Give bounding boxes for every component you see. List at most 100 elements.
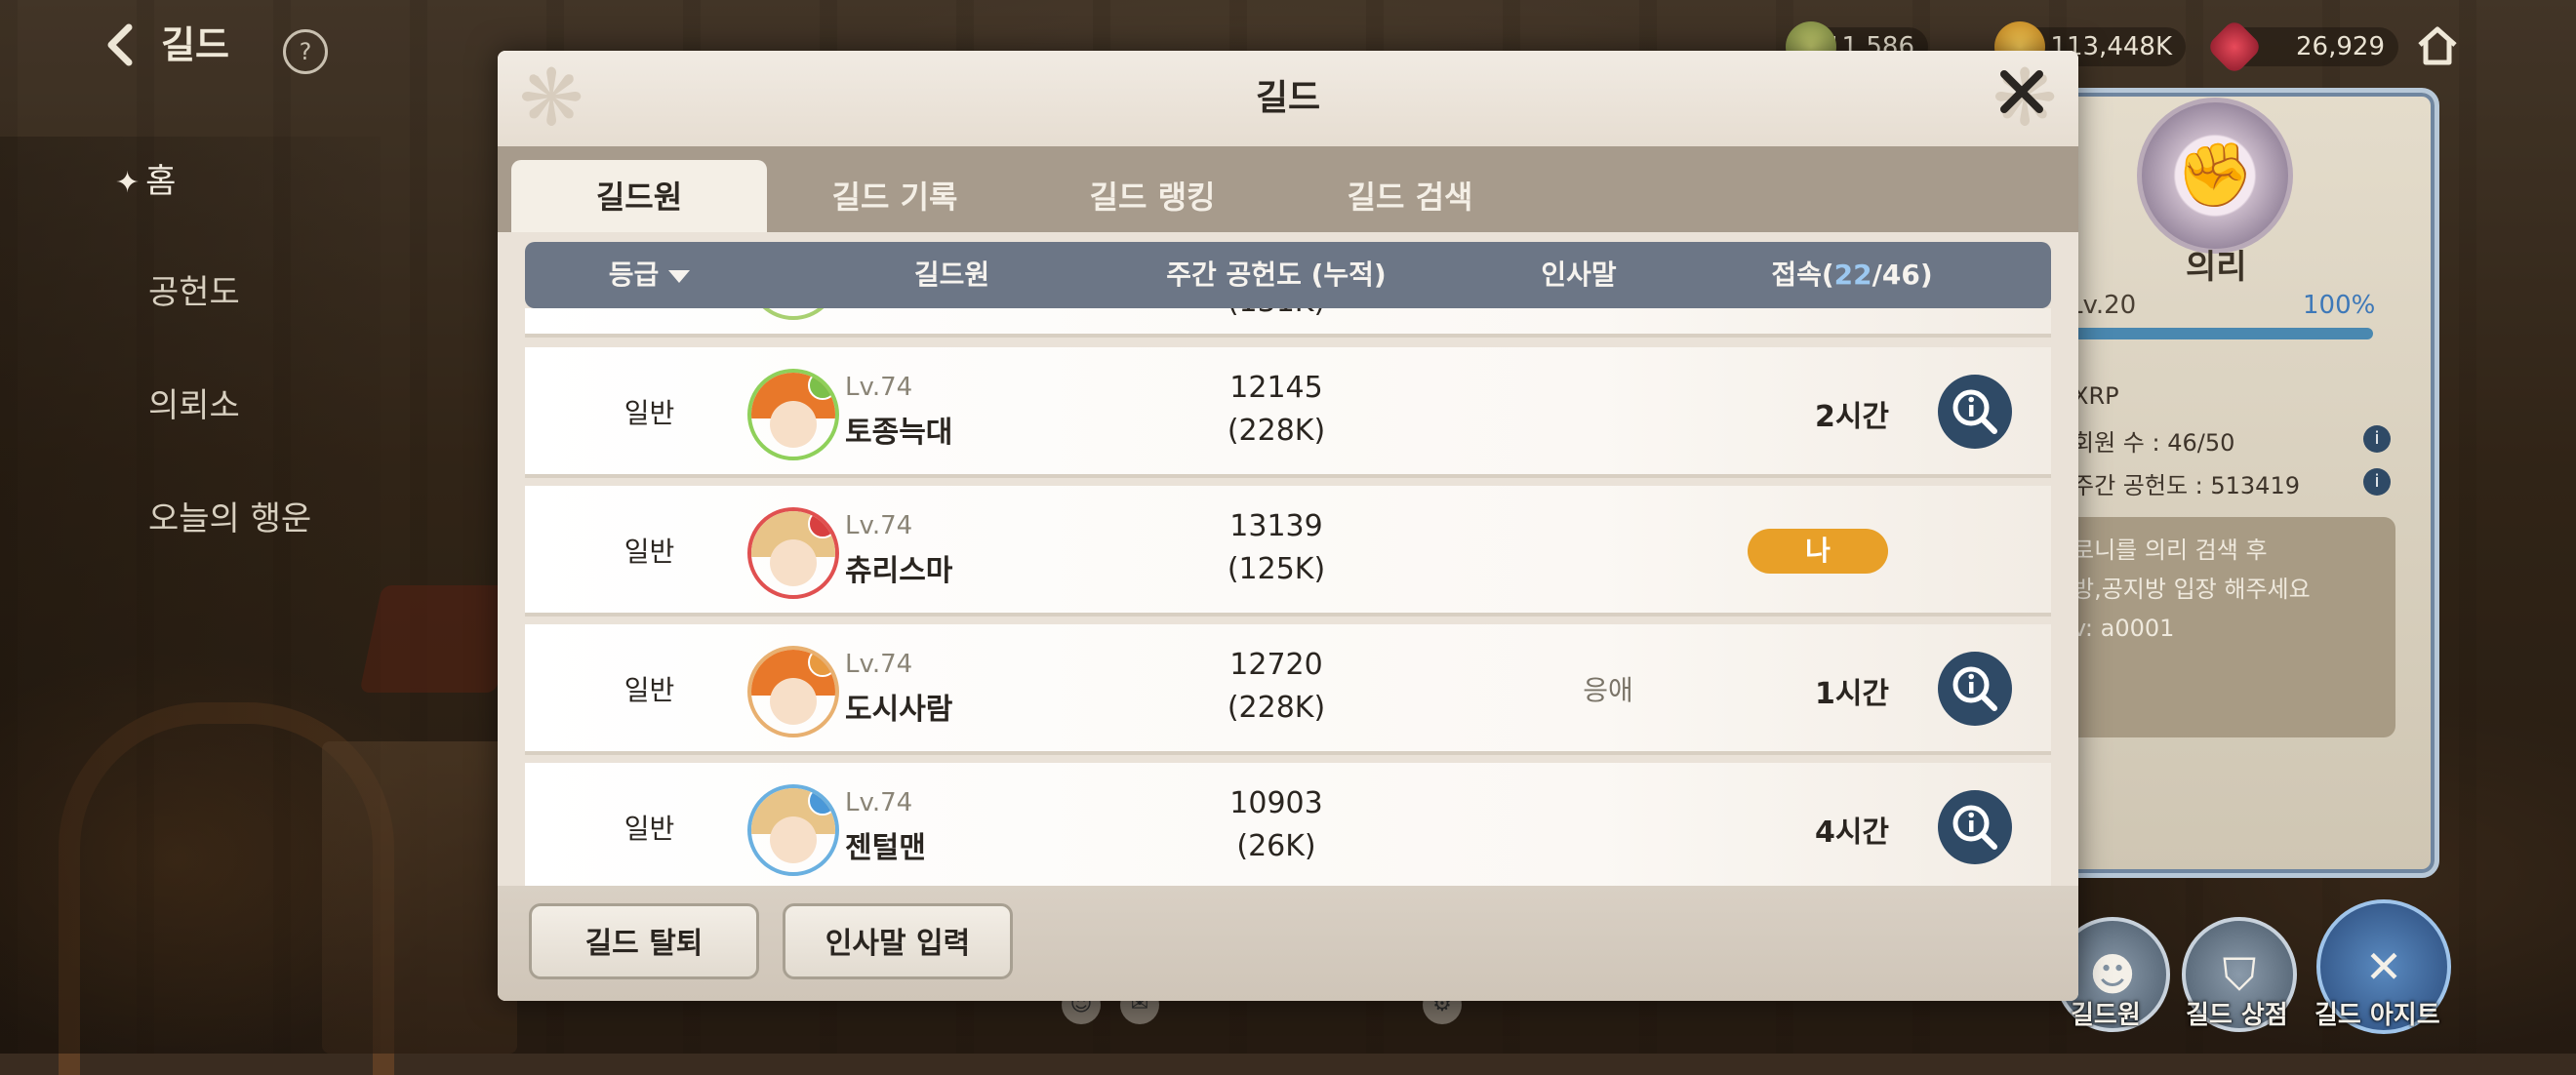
column-weekly-contribution: 주간 공헌도 (누적) (1166, 259, 1387, 291)
caret-down-icon (668, 269, 691, 283)
side-menu-item-contribution[interactable]: 공헌도 (148, 265, 240, 313)
back-button[interactable] (101, 21, 144, 68)
column-greeting: 인사말 (1541, 259, 1617, 291)
modal-title: 길드 (1255, 78, 1321, 118)
member-name: 젠털맨 (845, 831, 926, 865)
magnifier-info-icon (1952, 389, 1997, 434)
member-last-seen: 4시간 (1814, 816, 1890, 850)
member-last-seen: 1시간 (1814, 677, 1890, 711)
column-member: 길드원 (913, 259, 990, 291)
tab-members[interactable]: 길드원 (511, 160, 767, 232)
member-accumulated: (26K) (1236, 829, 1316, 863)
info-icon[interactable]: i (2363, 425, 2391, 453)
member-info-button[interactable] (1938, 790, 2012, 864)
member-weekly: 13139 (1229, 509, 1323, 543)
guild-notice-box: 로니를 의리 검색 후 방,공지방 입장 해주세요 v: a0001 (2059, 517, 2395, 737)
star-icon: ✦ (115, 166, 141, 200)
table-row[interactable]: 일반 Lv.74 젠털맨 10903 (26K) 4시간 (525, 763, 2051, 894)
guild-members-count: 회원 수 : 46/50 (2073, 429, 2235, 457)
avatar[interactable] (747, 784, 839, 876)
close-icon (2000, 70, 2043, 113)
online-total: /46) (1872, 259, 1933, 291)
shop-basket-icon: ⛉ (2222, 948, 2257, 1001)
guild-exp-percent: 100% (2303, 291, 2376, 320)
class-badge-icon (808, 650, 835, 677)
member-info-button[interactable] (1938, 375, 2012, 449)
member-weekly: 12720 (1229, 648, 1323, 682)
avatar[interactable] (747, 646, 839, 737)
me-badge: 나 (1748, 529, 1888, 574)
member-list[interactable]: (131K) 일반Lv.74토종늑대12145(228K)2시간일반Lv.74츄… (525, 308, 2051, 936)
member-name: 토종늑대 (845, 416, 953, 450)
tab-ranking[interactable]: 길드 랭킹 (1025, 160, 1280, 232)
class-badge-icon (808, 788, 835, 816)
sort-grade-button[interactable]: 등급 (525, 242, 774, 308)
notice-line: 로니를 의리 검색 후 (2073, 537, 2268, 564)
table-row[interactable]: 일반 Lv.74 도시사람 12720 (228K) 응애 1시간 (525, 624, 2051, 755)
member-grade: 일반 (624, 674, 675, 706)
avatar[interactable] (747, 507, 839, 599)
member-grade: 일반 (624, 813, 675, 845)
avatar-face (769, 678, 818, 726)
side-menu: ✦ 홈 공헌도 의뢰소 오늘의 행운 (0, 137, 381, 1054)
avatar-face (769, 816, 818, 864)
fist-emblem-icon: ✊ (2137, 98, 2293, 254)
table-row[interactable]: 일반 Lv.74 토종늑대 12145 (228K) 2시간 (525, 347, 2051, 478)
home-icon (2418, 26, 2457, 65)
chevron-left-icon (107, 23, 133, 66)
guild-shop-label: 길드 상점 (2186, 1001, 2288, 1030)
magnifier-info-icon (1952, 805, 1997, 850)
member-name: 도시사람 (845, 693, 953, 727)
tab-search[interactable]: 길드 검색 (1282, 160, 1538, 232)
side-menu-item-request[interactable]: 의뢰소 (148, 378, 240, 426)
class-badge-icon (808, 511, 835, 538)
member-accumulated: (228K) (1227, 414, 1326, 448)
side-menu-item-home[interactable]: ✦ 홈 (115, 154, 176, 202)
member-weekly: 10903 (1229, 786, 1323, 820)
side-menu-label: 홈 (145, 162, 177, 201)
online-count: 22 (1833, 259, 1872, 291)
screen-title: 길드 (161, 23, 229, 66)
avatar-face (769, 539, 818, 587)
member-contribution: 12145 (228K) (1169, 367, 1384, 453)
leave-guild-button[interactable]: 길드 탈퇴 (529, 903, 759, 979)
notice-line: v: a0001 (2073, 615, 2175, 642)
question-icon[interactable]: ? (283, 29, 328, 74)
member-contribution: 13139 (125K) (1169, 505, 1384, 591)
avatar[interactable] (747, 369, 839, 460)
member-greeting: 응애 (1583, 674, 1633, 706)
table-row[interactable]: 일반 Lv.74 츄리스마 13139 (125K) 나 (525, 486, 2051, 617)
member-accumulated: (228K) (1227, 691, 1326, 725)
member-info-button[interactable] (1938, 652, 2012, 726)
online-prefix: 접속( (1771, 259, 1834, 291)
avatar (747, 308, 839, 320)
close-button[interactable] (1991, 64, 2053, 127)
class-badge-icon (808, 373, 835, 400)
currency-value: 26,929 (2296, 32, 2385, 61)
member-level: Lv.74 (845, 373, 913, 402)
column-online: 접속(22/46) (1735, 242, 1969, 308)
guild-hideout-label: 길드 아지트 (2314, 1001, 2440, 1030)
member-accumulated: (131K) (1169, 308, 1384, 324)
currency-ruby: 26,929 (2205, 18, 2398, 76)
info-icon[interactable]: i (2363, 468, 2391, 496)
tab-records[interactable]: 길드 기록 (767, 160, 1023, 232)
member-grade: 일반 (624, 536, 675, 568)
member-grade: 일반 (624, 397, 675, 429)
member-level: Lv.74 (845, 788, 913, 817)
guild-modal: ❋ ❋ 길드 길드원 길드 기록 길드 랭킹 길드 검색 등급 길드원 주간 공… (498, 51, 2078, 1001)
member-weekly: 12145 (1229, 371, 1323, 405)
home-button[interactable] (2410, 21, 2465, 76)
enter-greeting-button[interactable]: 인사말 입력 (783, 903, 1013, 979)
member-level: Lv.74 (845, 650, 913, 679)
modal-footer: 길드 탈퇴 인사말 입력 (498, 886, 2078, 1001)
guild-name: 의리 (2186, 248, 2247, 287)
avatar-face (769, 401, 818, 449)
guild-members-label: 길드원 (2071, 1001, 2141, 1030)
member-accumulated: (125K) (1227, 552, 1326, 586)
member-contribution: 10903 (26K) (1169, 782, 1384, 868)
side-menu-item-luck[interactable]: 오늘의 행운 (148, 492, 311, 539)
members-icon: ☻ (2089, 948, 2136, 1001)
tab-bar: 길드원 길드 기록 길드 랭킹 길드 검색 (498, 146, 2078, 232)
member-level: Lv.74 (845, 511, 913, 540)
